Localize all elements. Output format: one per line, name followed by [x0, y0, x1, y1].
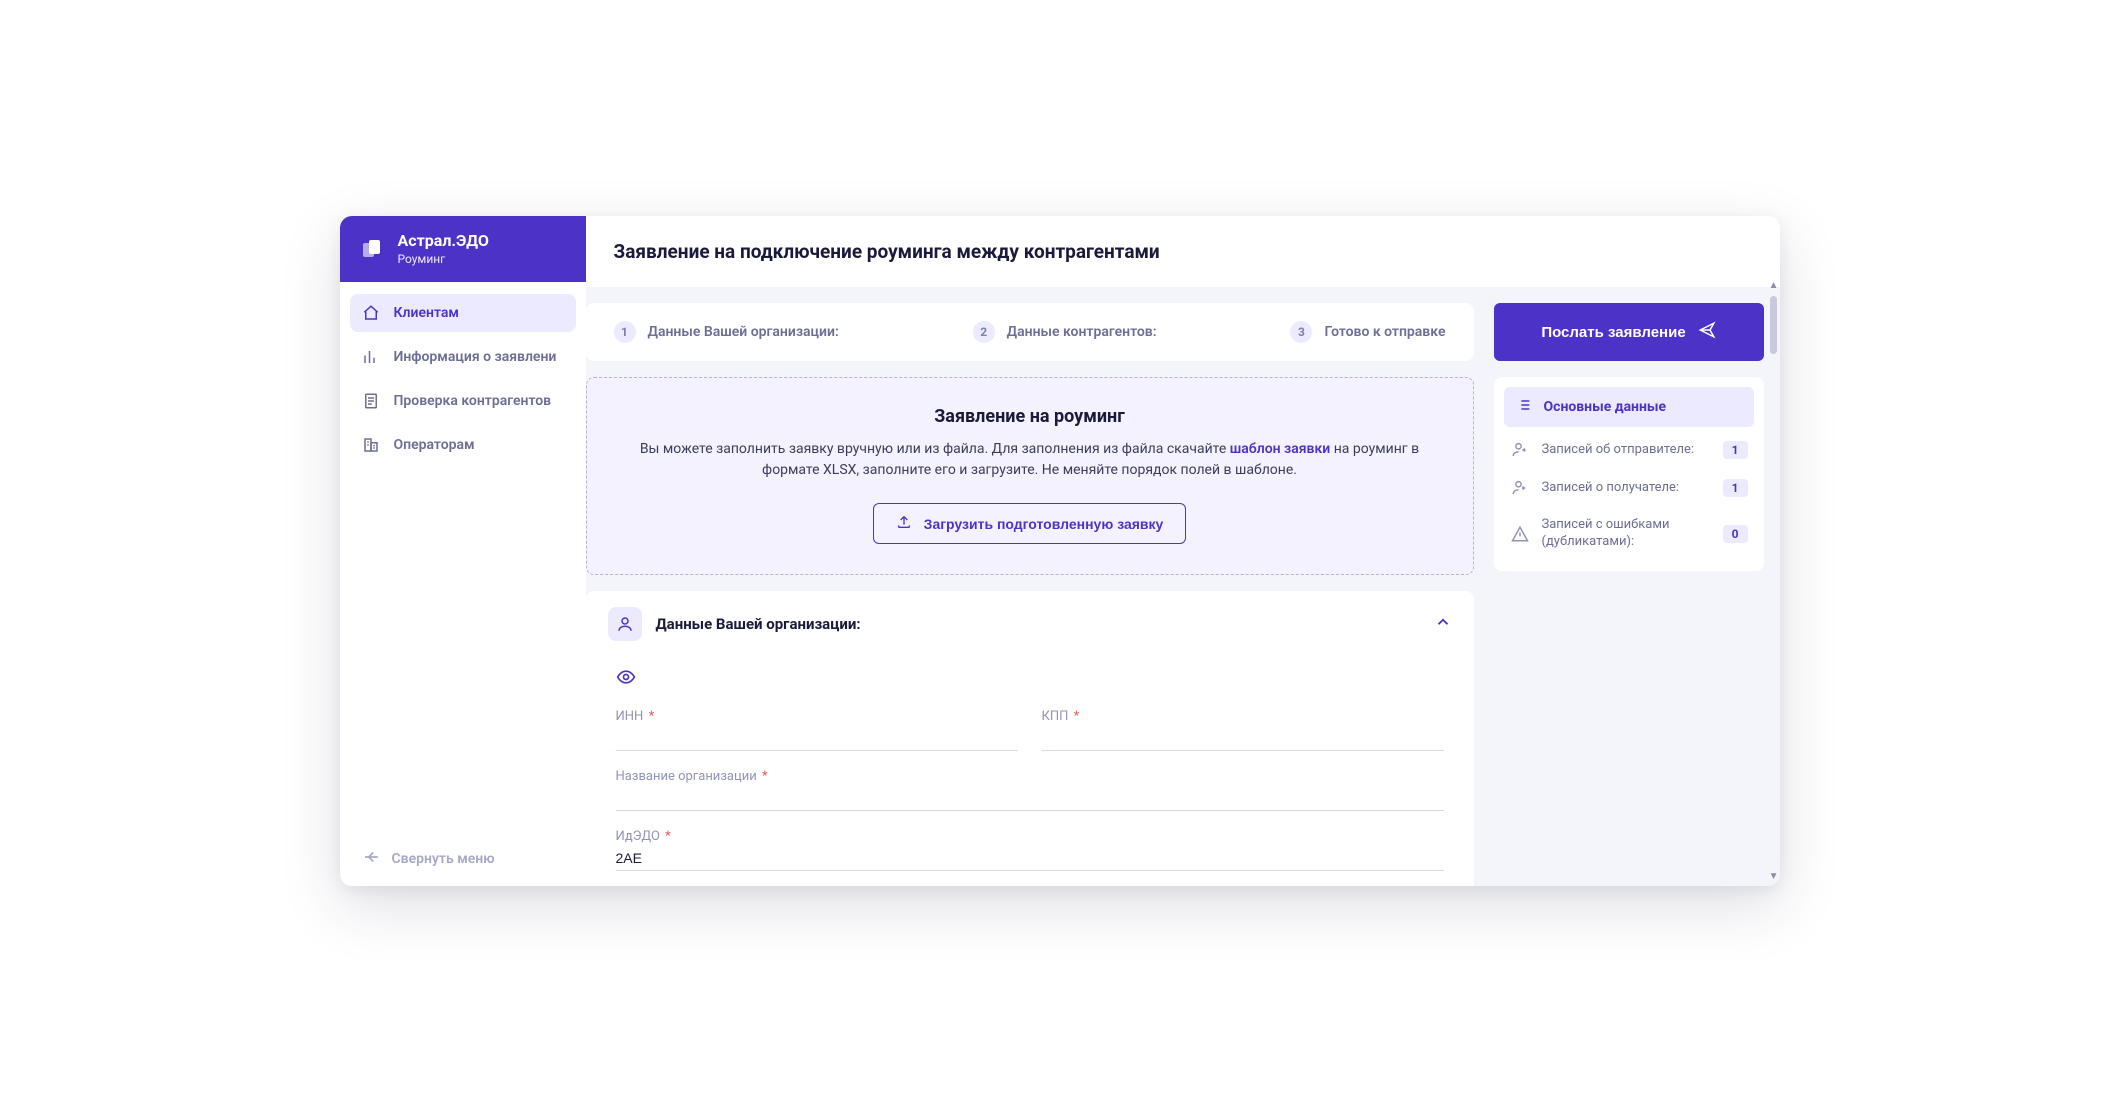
summary-label: Записей с ошибками (дубликатами):	[1542, 517, 1711, 551]
brand-header: Астрал.ЭДО Роуминг	[340, 216, 586, 282]
sidebar-item-operators[interactable]: Операторам	[350, 426, 576, 464]
warning-icon	[1510, 525, 1530, 543]
step-number: 1	[614, 321, 636, 343]
summary-card: Основные данные Записей об отправителе: …	[1494, 377, 1764, 571]
right-panel: Послать заявление Основные данные	[1494, 303, 1764, 886]
collapse-label: Свернуть меню	[392, 851, 495, 867]
arrow-left-icon	[362, 848, 380, 870]
brand-subtitle: Роуминг	[398, 252, 489, 266]
person-arrow-in-icon	[1510, 479, 1530, 497]
visibility-toggle[interactable]	[616, 663, 1444, 709]
send-icon	[1698, 321, 1716, 343]
sidebar-nav: Клиентам Информация о заявлени Проверка …	[340, 282, 586, 832]
idedo-field: ИдЭДО *	[616, 829, 1444, 871]
sidebar-item-label: Клиентам	[394, 305, 460, 321]
scroll-thumb[interactable]	[1770, 296, 1777, 354]
inn-label: ИНН *	[616, 709, 1018, 724]
step-number: 2	[973, 321, 995, 343]
step-2[interactable]: 2 Данные контрагентов:	[973, 321, 1157, 343]
summary-label: Записей об отправителе:	[1542, 442, 1711, 459]
idedo-label: ИдЭДО *	[616, 829, 1444, 844]
org-card-body: ИНН * КПП * Название организации *	[586, 657, 1474, 886]
intro-card: Заявление на роуминг Вы можете заполнить…	[586, 377, 1474, 575]
scroll-down-arrow-icon: ▼	[1769, 871, 1779, 882]
submit-label: Послать заявление	[1541, 324, 1685, 341]
summary-row-sender: Записей об отправителе: 1	[1504, 431, 1754, 469]
list-icon	[1516, 397, 1532, 417]
org-card: Данные Вашей организации: ИНН *	[586, 591, 1474, 886]
app-window: Астрал.ЭДО Роуминг Клиентам Информация о…	[340, 216, 1780, 886]
sidebar-item-label: Информация о заявлени	[394, 349, 557, 365]
sidebar-item-check[interactable]: Проверка контрагентов	[350, 382, 576, 420]
inn-field: ИНН *	[616, 709, 1018, 751]
step-label: Данные Вашей организации:	[648, 324, 839, 340]
org-name-field: Название организации *	[616, 769, 1444, 811]
content-column: 1 Данные Вашей организации: 2 Данные кон…	[586, 303, 1478, 886]
sidebar-item-info[interactable]: Информация о заявлени	[350, 338, 576, 376]
step-number: 3	[1290, 321, 1312, 343]
sidebar: Астрал.ЭДО Роуминг Клиентам Информация о…	[340, 216, 586, 886]
sidebar-item-label: Проверка контрагентов	[394, 393, 552, 409]
collapse-menu-button[interactable]: Свернуть меню	[340, 832, 586, 886]
idedo-input[interactable]	[616, 846, 1444, 871]
step-1[interactable]: 1 Данные Вашей организации:	[614, 321, 839, 343]
summary-badge: 1	[1723, 441, 1748, 459]
bar-chart-icon	[362, 348, 380, 366]
org-name-label: Название организации *	[616, 769, 1444, 784]
scrollbar[interactable]: ▲ ▼	[1770, 282, 1777, 880]
chevron-up-icon	[1434, 613, 1452, 635]
building-icon	[362, 436, 380, 454]
upload-label: Загрузить подготовленную заявку	[924, 516, 1164, 532]
stepper: 1 Данные Вашей организации: 2 Данные кон…	[586, 303, 1474, 361]
summary-header[interactable]: Основные данные	[1504, 387, 1754, 427]
scroll-up-arrow-icon: ▲	[1769, 280, 1779, 291]
step-3[interactable]: 3 Готово к отправке	[1290, 321, 1445, 343]
page-title: Заявление на подключение роуминга между …	[586, 216, 1780, 287]
brand-logo-icon	[358, 235, 386, 263]
person-icon	[608, 607, 642, 641]
kpp-label: КПП *	[1042, 709, 1444, 724]
document-icon	[362, 392, 380, 410]
person-arrow-icon	[1510, 441, 1530, 459]
sidebar-item-clients[interactable]: Клиентам	[350, 294, 576, 332]
brand-title: Астрал.ЭДО	[398, 232, 489, 250]
org-card-header[interactable]: Данные Вашей организации:	[586, 591, 1474, 657]
intro-title: Заявление на роуминг	[627, 406, 1433, 427]
kpp-field: КПП *	[1042, 709, 1444, 751]
template-link[interactable]: шаблон заявки	[1230, 441, 1331, 457]
org-card-title: Данные Вашей организации:	[656, 615, 1420, 633]
step-label: Готово к отправке	[1324, 324, 1445, 340]
upload-button[interactable]: Загрузить подготовленную заявку	[873, 503, 1187, 544]
summary-row-recipient: Записей о получателе: 1	[1504, 469, 1754, 507]
kpp-input[interactable]	[1042, 726, 1444, 751]
sidebar-item-label: Операторам	[394, 437, 475, 453]
summary-label: Записей о получателе:	[1542, 480, 1711, 497]
main-area: Заявление на подключение роуминга между …	[586, 216, 1780, 886]
summary-row-errors: Записей с ошибками (дубликатами): 0	[1504, 507, 1754, 561]
home-icon	[362, 304, 380, 322]
summary-badge: 0	[1723, 525, 1748, 543]
step-label: Данные контрагентов:	[1007, 324, 1157, 340]
submit-button[interactable]: Послать заявление	[1494, 303, 1764, 361]
summary-badge: 1	[1723, 479, 1748, 497]
org-name-input[interactable]	[616, 786, 1444, 811]
summary-title: Основные данные	[1544, 399, 1667, 415]
inn-input[interactable]	[616, 726, 1018, 751]
eye-icon	[616, 667, 636, 687]
upload-icon	[896, 514, 912, 533]
intro-text: Вы можете заполнить заявку вручную или и…	[627, 439, 1433, 481]
